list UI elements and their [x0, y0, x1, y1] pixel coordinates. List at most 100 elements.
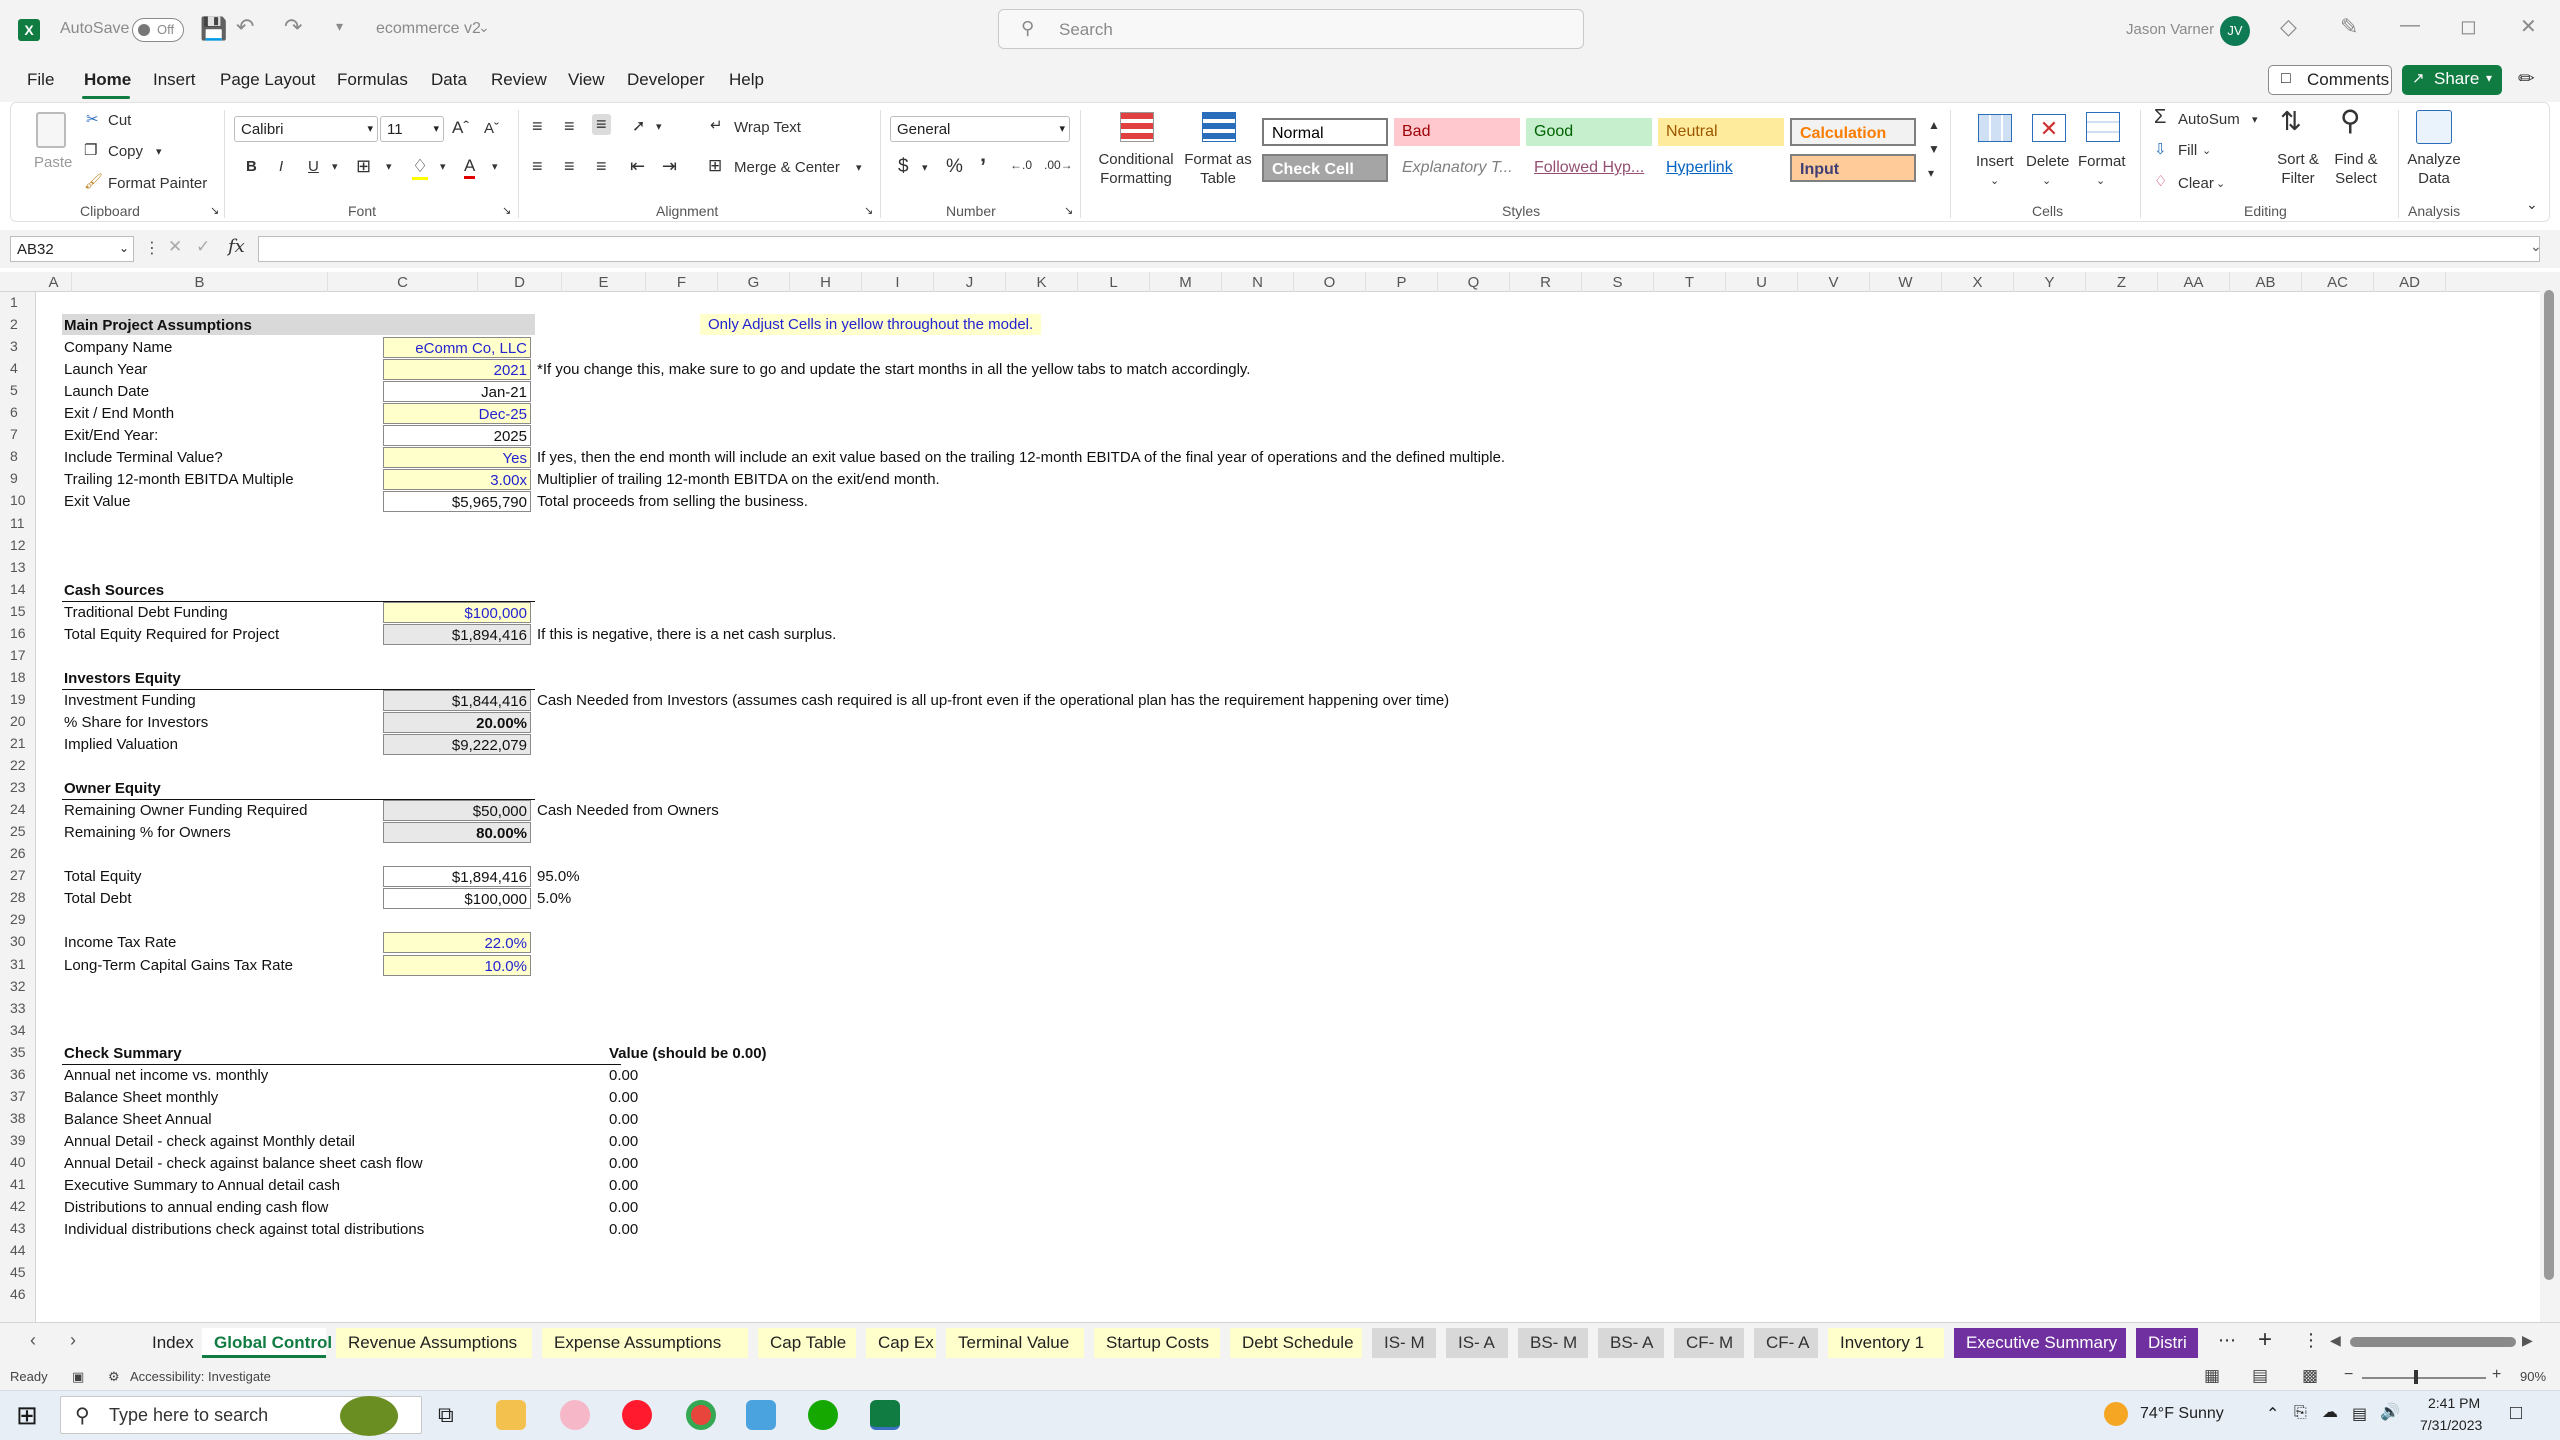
page-layout-view-icon[interactable]: ▤: [2252, 1366, 2268, 1386]
row-header[interactable]: 39: [0, 1132, 36, 1148]
row-header[interactable]: 30: [0, 933, 36, 949]
font-color-dropdown-icon[interactable]: ▾: [492, 160, 498, 173]
fill-icon[interactable]: ⇩: [2154, 140, 2167, 158]
column-header[interactable]: B: [72, 272, 328, 292]
page-break-view-icon[interactable]: ▩: [2302, 1366, 2318, 1386]
align-middle-icon[interactable]: ≡: [564, 116, 575, 137]
clear-dropdown-icon[interactable]: ⌄: [2216, 177, 2225, 190]
comments-button[interactable]: □ Comments: [2268, 65, 2392, 95]
value-cell[interactable]: $1,894,416: [383, 623, 531, 645]
avocado-widget-icon[interactable]: [340, 1396, 398, 1436]
row-header[interactable]: 5: [0, 382, 36, 398]
sheet-tab[interactable]: Index: [140, 1328, 194, 1358]
row-header[interactable]: 31: [0, 956, 36, 972]
row-header[interactable]: 43: [0, 1220, 36, 1236]
italic-icon[interactable]: I: [279, 158, 283, 175]
row-header[interactable]: 24: [0, 801, 36, 817]
value-cell[interactable]: $100,000: [383, 601, 531, 623]
normal-view-icon[interactable]: ▦: [2204, 1366, 2220, 1386]
tab-view[interactable]: View: [568, 70, 605, 90]
sheet-tab[interactable]: Debt Schedule: [1230, 1328, 1362, 1358]
row-header[interactable]: 21: [0, 735, 36, 751]
share-button[interactable]: ↗ Share ▾: [2402, 65, 2502, 95]
align-left-icon[interactable]: ≡: [532, 156, 543, 177]
column-header[interactable]: AB: [2230, 272, 2302, 292]
insert-function-icon[interactable]: fx: [228, 236, 245, 257]
row-header[interactable]: 36: [0, 1066, 36, 1082]
align-center-icon[interactable]: ≡: [564, 156, 575, 177]
column-header[interactable]: D: [478, 272, 562, 292]
comma-icon[interactable]: ’: [980, 154, 986, 180]
undo-icon[interactable]: ↶: [236, 14, 254, 40]
column-header[interactable]: U: [1726, 272, 1798, 292]
column-header[interactable]: O: [1294, 272, 1366, 292]
weather-text[interactable]: 74°F Sunny: [2140, 1405, 2224, 1423]
font-launcher-icon[interactable]: ↘: [502, 204, 511, 217]
copy-button[interactable]: Copy: [108, 143, 143, 160]
column-header[interactable]: P: [1366, 272, 1438, 292]
align-top-icon[interactable]: ≡: [532, 116, 543, 137]
redo-icon[interactable]: ↷: [284, 14, 302, 40]
cut-icon[interactable]: ✂: [86, 110, 99, 128]
autosum-dropdown-icon[interactable]: ▾: [2252, 113, 2258, 126]
file-name-chevron-icon[interactable]: ⌄: [478, 19, 490, 36]
sheet-tab[interactable]: Cap Table: [758, 1328, 856, 1358]
row-header[interactable]: 38: [0, 1110, 36, 1126]
row-header[interactable]: 34: [0, 1022, 36, 1038]
row-header[interactable]: 37: [0, 1088, 36, 1104]
file-explorer-icon[interactable]: [496, 1400, 526, 1430]
value-cell[interactable]: eComm Co, LLC: [383, 337, 531, 359]
formula-input[interactable]: [258, 236, 2540, 262]
column-header[interactable]: Y: [2014, 272, 2086, 292]
format-painter-icon[interactable]: 🖌: [84, 172, 103, 190]
clipboard-launcher-icon[interactable]: ↘: [210, 204, 219, 217]
value-cell[interactable]: Dec-25: [383, 403, 531, 425]
accessibility-status[interactable]: Accessibility: Investigate: [130, 1369, 271, 1384]
format-cells-button[interactable]: Format: [2078, 153, 2126, 170]
show-hidden-icons-icon[interactable]: ⌃: [2266, 1404, 2279, 1424]
find-select-icon[interactable]: ⚲: [2340, 104, 2361, 137]
align-right-icon[interactable]: ≡: [596, 156, 607, 177]
macro-record-icon[interactable]: ▣: [72, 1369, 84, 1385]
column-header[interactable]: T: [1654, 272, 1726, 292]
network-icon[interactable]: ▤: [2352, 1404, 2367, 1424]
windows-start-icon[interactable]: ⊞: [16, 1400, 38, 1431]
row-header[interactable]: 9: [0, 470, 36, 486]
restore-icon[interactable]: ◻: [2460, 14, 2477, 39]
zoom-level[interactable]: 90%: [2520, 1369, 2546, 1384]
tab-formulas[interactable]: Formulas: [337, 70, 408, 90]
accessibility-icon[interactable]: ⚙: [108, 1369, 120, 1385]
value-cell[interactable]: 10.0%: [383, 954, 531, 976]
cell-style-option[interactable]: Neutral: [1658, 118, 1784, 146]
format-as-table-icon[interactable]: [1202, 112, 1236, 142]
underline-dropdown-icon[interactable]: ▾: [332, 160, 338, 173]
value-cell[interactable]: $100,000: [383, 888, 531, 910]
cell-style-option[interactable]: Hyperlink: [1658, 154, 1784, 182]
gallery-up-icon[interactable]: ▲: [1928, 118, 1940, 132]
row-header[interactable]: 26: [0, 845, 36, 861]
row-header[interactable]: 20: [0, 713, 36, 729]
column-header[interactable]: AD: [2374, 272, 2446, 292]
column-header[interactable]: J: [934, 272, 1006, 292]
delete-dropdown-icon[interactable]: ⌄: [2042, 174, 2051, 187]
row-header[interactable]: 17: [0, 647, 36, 663]
tab-options-icon[interactable]: ⋮: [2302, 1330, 2320, 1351]
paste-icon[interactable]: [36, 112, 66, 148]
column-header[interactable]: AC: [2302, 272, 2374, 292]
row-header[interactable]: 2: [0, 316, 36, 332]
formula-bar-menu-icon[interactable]: ⋮: [144, 238, 160, 258]
insert-dropdown-icon[interactable]: ⌄: [1990, 174, 1999, 187]
notifications-icon[interactable]: □: [2510, 1402, 2522, 1425]
copy-icon[interactable]: ❐: [84, 141, 97, 159]
row-header[interactable]: 28: [0, 889, 36, 905]
column-header[interactable]: X: [1942, 272, 2014, 292]
sheet-tab[interactable]: CF- M: [1674, 1328, 1744, 1358]
row-header[interactable]: 23: [0, 779, 36, 795]
font-color-icon[interactable]: A: [464, 156, 476, 179]
sort-filter-icon[interactable]: ⇅: [2280, 106, 2302, 137]
currency-icon[interactable]: $: [898, 156, 909, 178]
excel-taskbar-icon[interactable]: [870, 1400, 900, 1430]
user-avatar[interactable]: JV: [2220, 16, 2250, 46]
column-header[interactable]: F: [646, 272, 718, 292]
row-header[interactable]: 33: [0, 1000, 36, 1016]
